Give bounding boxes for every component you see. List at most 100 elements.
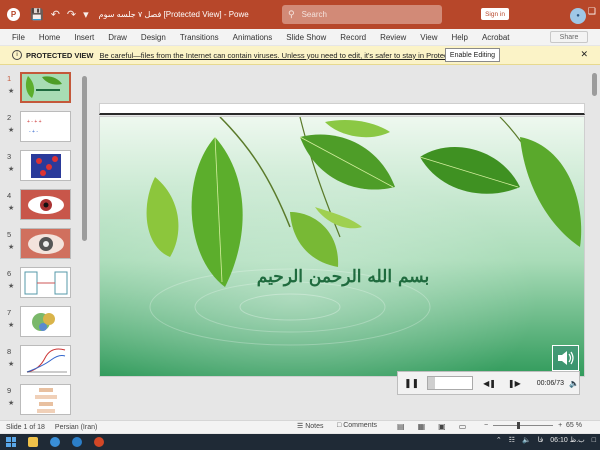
slide-thumbnail-image: + - + + - + -: [20, 111, 71, 142]
network-icon[interactable]: ☷: [509, 436, 515, 444]
chrome-icon[interactable]: [50, 437, 60, 447]
animation-star-icon: ★: [8, 322, 15, 329]
tab-insert[interactable]: Insert: [74, 33, 94, 42]
share-label: Share: [559, 33, 579, 41]
volume-tray-icon[interactable]: 🔈: [522, 436, 531, 444]
normal-view-icon[interactable]: ▤: [397, 422, 405, 431]
media-time: 00:06/73: [536, 379, 565, 387]
tab-help[interactable]: Help: [452, 33, 468, 42]
start-button[interactable]: [6, 437, 16, 447]
animation-star-icon: ★: [8, 361, 15, 368]
slide-number: 9: [7, 386, 12, 395]
animation-star-icon: ★: [8, 205, 15, 212]
pause-button[interactable]: ❚❚: [404, 378, 419, 389]
taskbar: ⌃ ☷ 🔈 فا 06:10 ب.ظ □: [0, 434, 600, 450]
tab-animations[interactable]: Animations: [233, 33, 273, 42]
copilot-icon[interactable]: ●: [570, 8, 586, 24]
slide-title[interactable]: بسم الله الرحمن الرحیم: [100, 267, 584, 287]
animation-star-icon: ★: [8, 127, 15, 134]
language-indicator[interactable]: Persian (Iran): [55, 424, 97, 431]
slide-thumbnail-image: [20, 306, 71, 337]
shield-icon: i: [12, 50, 22, 60]
system-tray: ⌃ ☷ 🔈 فا 06:10 ب.ظ □: [496, 436, 596, 445]
slide-thumbnail-image: [20, 150, 71, 181]
search-placeholder: Search: [301, 10, 327, 19]
slide-thumbnail-2[interactable]: 2 ★ + - + + - + -: [4, 111, 76, 145]
slide-header-strip: [99, 103, 585, 115]
tab-design[interactable]: Design: [141, 33, 166, 42]
slide-thumbnail-image: [20, 189, 71, 220]
zoom-knob[interactable]: [517, 422, 521, 429]
slide-background: [100, 117, 584, 376]
zoom-out-icon[interactable]: −: [484, 422, 488, 429]
share-button[interactable]: Share: [550, 31, 588, 43]
tab-acrobat[interactable]: Acrobat: [482, 33, 510, 42]
restore-icon[interactable]: ❑: [588, 6, 596, 17]
clock[interactable]: 06:10 ب.ظ: [550, 436, 584, 444]
slide-thumbnail-4[interactable]: 4 ★: [4, 189, 76, 223]
zoom-level[interactable]: 65 %: [566, 422, 582, 429]
slide-number: 6: [7, 269, 12, 278]
slide-thumbnail-9[interactable]: 9 ★: [4, 384, 76, 418]
notifications-icon[interactable]: □: [592, 437, 596, 444]
status-bar: Slide 1 of 18 Persian (Iran) ☰ Notes □ C…: [0, 420, 600, 433]
customize-icon[interactable]: ▾: [83, 8, 89, 21]
tray-arrow-icon[interactable]: ⌃: [496, 436, 502, 444]
tab-home[interactable]: Home: [39, 33, 60, 42]
slide-thumbnail-3[interactable]: 3 ★: [4, 150, 76, 184]
protected-view-message[interactable]: Be careful—files from the Internet can c…: [100, 51, 479, 60]
ribbon-tabs: File Home Insert Draw Design Transitions Anima…: [0, 29, 600, 45]
tab-slide-show[interactable]: Slide Show: [286, 33, 326, 42]
media-progress-bar[interactable]: [427, 376, 474, 390]
undo-icon[interactable]: ↶: [51, 8, 60, 21]
reading-view-icon[interactable]: ▣: [438, 422, 446, 431]
slide-number: 8: [7, 347, 12, 356]
seek-back-icon[interactable]: ◀❚: [483, 379, 496, 388]
protected-view-bar: i PROTECTED VIEW Be careful—files from t…: [0, 46, 600, 65]
comments-button[interactable]: □ Comments: [337, 422, 377, 429]
tab-view[interactable]: View: [420, 33, 437, 42]
file-explorer-icon[interactable]: [28, 437, 38, 447]
main-scrollbar[interactable]: [592, 68, 598, 420]
volume-icon[interactable]: 🔈: [569, 379, 579, 388]
notes-button[interactable]: ☰ Notes: [297, 422, 324, 430]
redo-icon[interactable]: ↷: [67, 8, 76, 21]
slide-canvas[interactable]: بسم الله الرحمن الرحیم: [99, 116, 585, 377]
sign-in-button[interactable]: Sign in: [481, 8, 509, 20]
zoom-in-icon[interactable]: +: [558, 422, 562, 429]
tab-draw[interactable]: Draw: [108, 33, 127, 42]
slide-thumbnail-1[interactable]: 1 ★: [4, 72, 76, 106]
browser-icon[interactable]: [72, 437, 82, 447]
slide-thumbnail-6[interactable]: 6 ★: [4, 267, 76, 301]
protected-view-title: PROTECTED VIEW: [26, 50, 94, 60]
slide-thumbnail-image: [20, 345, 71, 376]
zoom-slider[interactable]: − +: [484, 422, 562, 429]
close-icon[interactable]: ✕: [580, 49, 588, 60]
slide-number: 2: [7, 113, 12, 122]
tab-record[interactable]: Record: [340, 33, 366, 42]
save-icon[interactable]: 💾: [30, 8, 44, 21]
search-box[interactable]: ⚲ Search: [282, 5, 442, 24]
speaker-icon[interactable]: [552, 345, 579, 371]
slide-thumbnail-8[interactable]: 8 ★: [4, 345, 76, 379]
slide-thumbnail-7[interactable]: 7 ★: [4, 306, 76, 340]
animation-star-icon: ★: [8, 283, 15, 290]
media-progress-fill: [428, 377, 435, 389]
tab-file[interactable]: File: [12, 33, 25, 42]
slide-thumbnail-5[interactable]: 5 ★: [4, 228, 76, 262]
slideshow-icon[interactable]: ▭: [459, 422, 467, 431]
thumbnails-scrollbar[interactable]: [82, 68, 88, 408]
window-controls: ❑: [588, 6, 596, 17]
seek-forward-icon[interactable]: ❚▶: [508, 379, 521, 388]
tab-review[interactable]: Review: [380, 33, 406, 42]
slide-number: 1: [7, 74, 12, 83]
slide-thumbnail-image: [20, 228, 71, 259]
powerpoint-taskbar-icon[interactable]: [94, 437, 104, 447]
comments-label: Comments: [343, 422, 378, 429]
tab-transitions[interactable]: Transitions: [180, 33, 219, 42]
slide-sorter-icon[interactable]: ▦: [418, 422, 426, 431]
slide-thumbnail-image: [20, 267, 71, 298]
search-icon: ⚲: [288, 9, 295, 19]
enable-editing-button[interactable]: Enable Editing: [445, 48, 500, 62]
keyboard-language[interactable]: فا: [538, 436, 543, 444]
